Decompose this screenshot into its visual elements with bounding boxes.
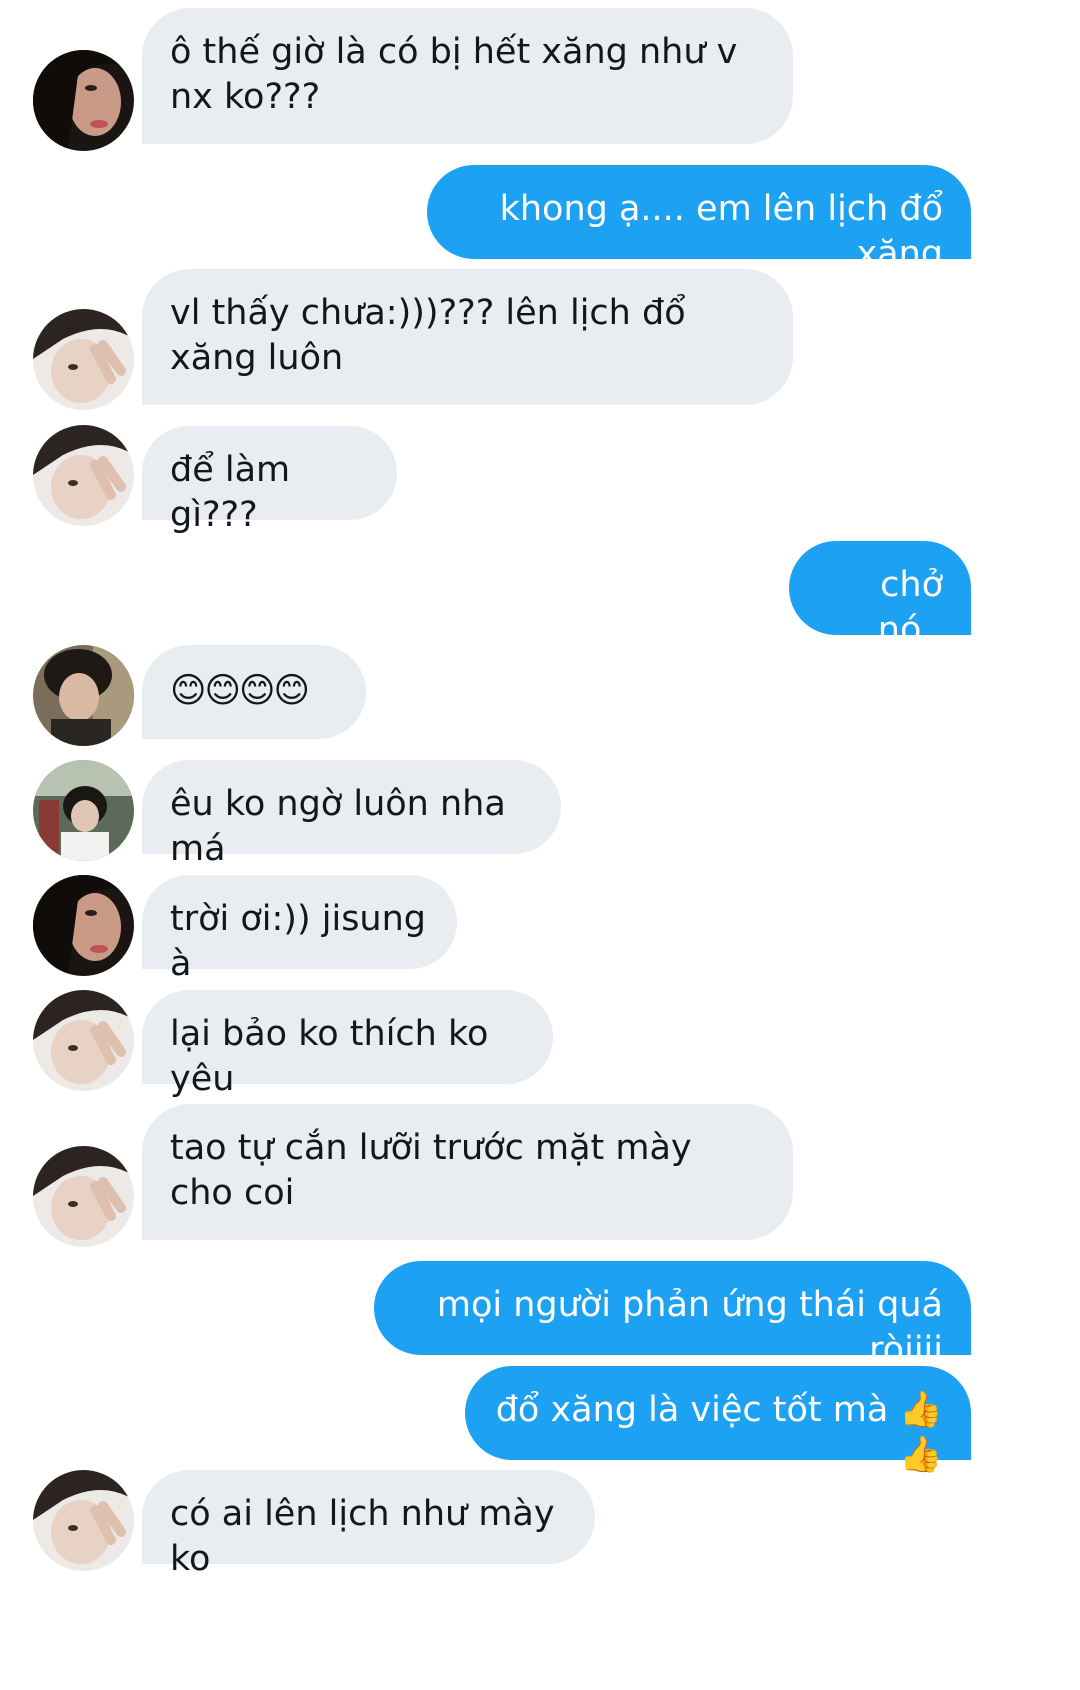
- incoming-message-bubble[interactable]: êu ko ngờ luôn nha má: [142, 760, 561, 869]
- avatar-hooded-dark-icon: [33, 875, 134, 976]
- outgoing-message-bubble[interactable]: mọi người phản ứng thái quá ròiiii: [374, 1261, 971, 1370]
- outgoing-message-bubble[interactable]: đổ xăng là việc tốt mà 👍👍: [465, 1366, 971, 1475]
- avatar-bus-seat-icon: [33, 760, 134, 861]
- avatar[interactable]: [33, 50, 134, 151]
- avatar[interactable]: [33, 309, 134, 410]
- incoming-message-bubble[interactable]: 😊😊😊😊: [142, 645, 366, 739]
- avatar-peace-sign-icon: [33, 1470, 134, 1571]
- incoming-message-bubble[interactable]: tao tự cắn lưỡi trước mặt mày cho coi: [142, 1104, 793, 1240]
- avatar[interactable]: [33, 760, 134, 861]
- avatar[interactable]: [33, 645, 134, 746]
- avatar[interactable]: [33, 425, 134, 526]
- incoming-message-bubble[interactable]: để làm gì???: [142, 426, 397, 535]
- avatar-hooded-dark-icon: [33, 50, 134, 151]
- avatar-peace-sign-icon: [33, 990, 134, 1091]
- incoming-message-bubble[interactable]: vl thấy chưa:)))??? lên lịch đổ xăng luô…: [142, 269, 793, 405]
- avatar-peace-sign-icon: [33, 1146, 134, 1247]
- avatar[interactable]: [33, 875, 134, 976]
- outgoing-message-bubble[interactable]: chở nó..: [789, 541, 971, 650]
- avatar[interactable]: [33, 1470, 134, 1571]
- incoming-message-bubble[interactable]: có ai lên lịch như mày ko: [142, 1470, 595, 1579]
- incoming-message-bubble[interactable]: trời ơi:)) jisung à: [142, 875, 457, 984]
- avatar-peace-sign-icon: [33, 425, 134, 526]
- outgoing-message-bubble[interactable]: khong ạ.... em lên lịch đổ xăng: [427, 165, 971, 274]
- avatar-peace-sign-icon: [33, 309, 134, 410]
- incoming-message-bubble[interactable]: lại bảo ko thích ko yêu: [142, 990, 553, 1099]
- avatar[interactable]: [33, 1146, 134, 1247]
- message-thread: ô thế giờ là có bị hết xăng như v nx ko?…: [0, 0, 1080, 1690]
- avatar[interactable]: [33, 990, 134, 1091]
- incoming-message-bubble[interactable]: ô thế giờ là có bị hết xăng như v nx ko?…: [142, 8, 793, 144]
- avatar-curly-hair-icon: [33, 645, 134, 746]
